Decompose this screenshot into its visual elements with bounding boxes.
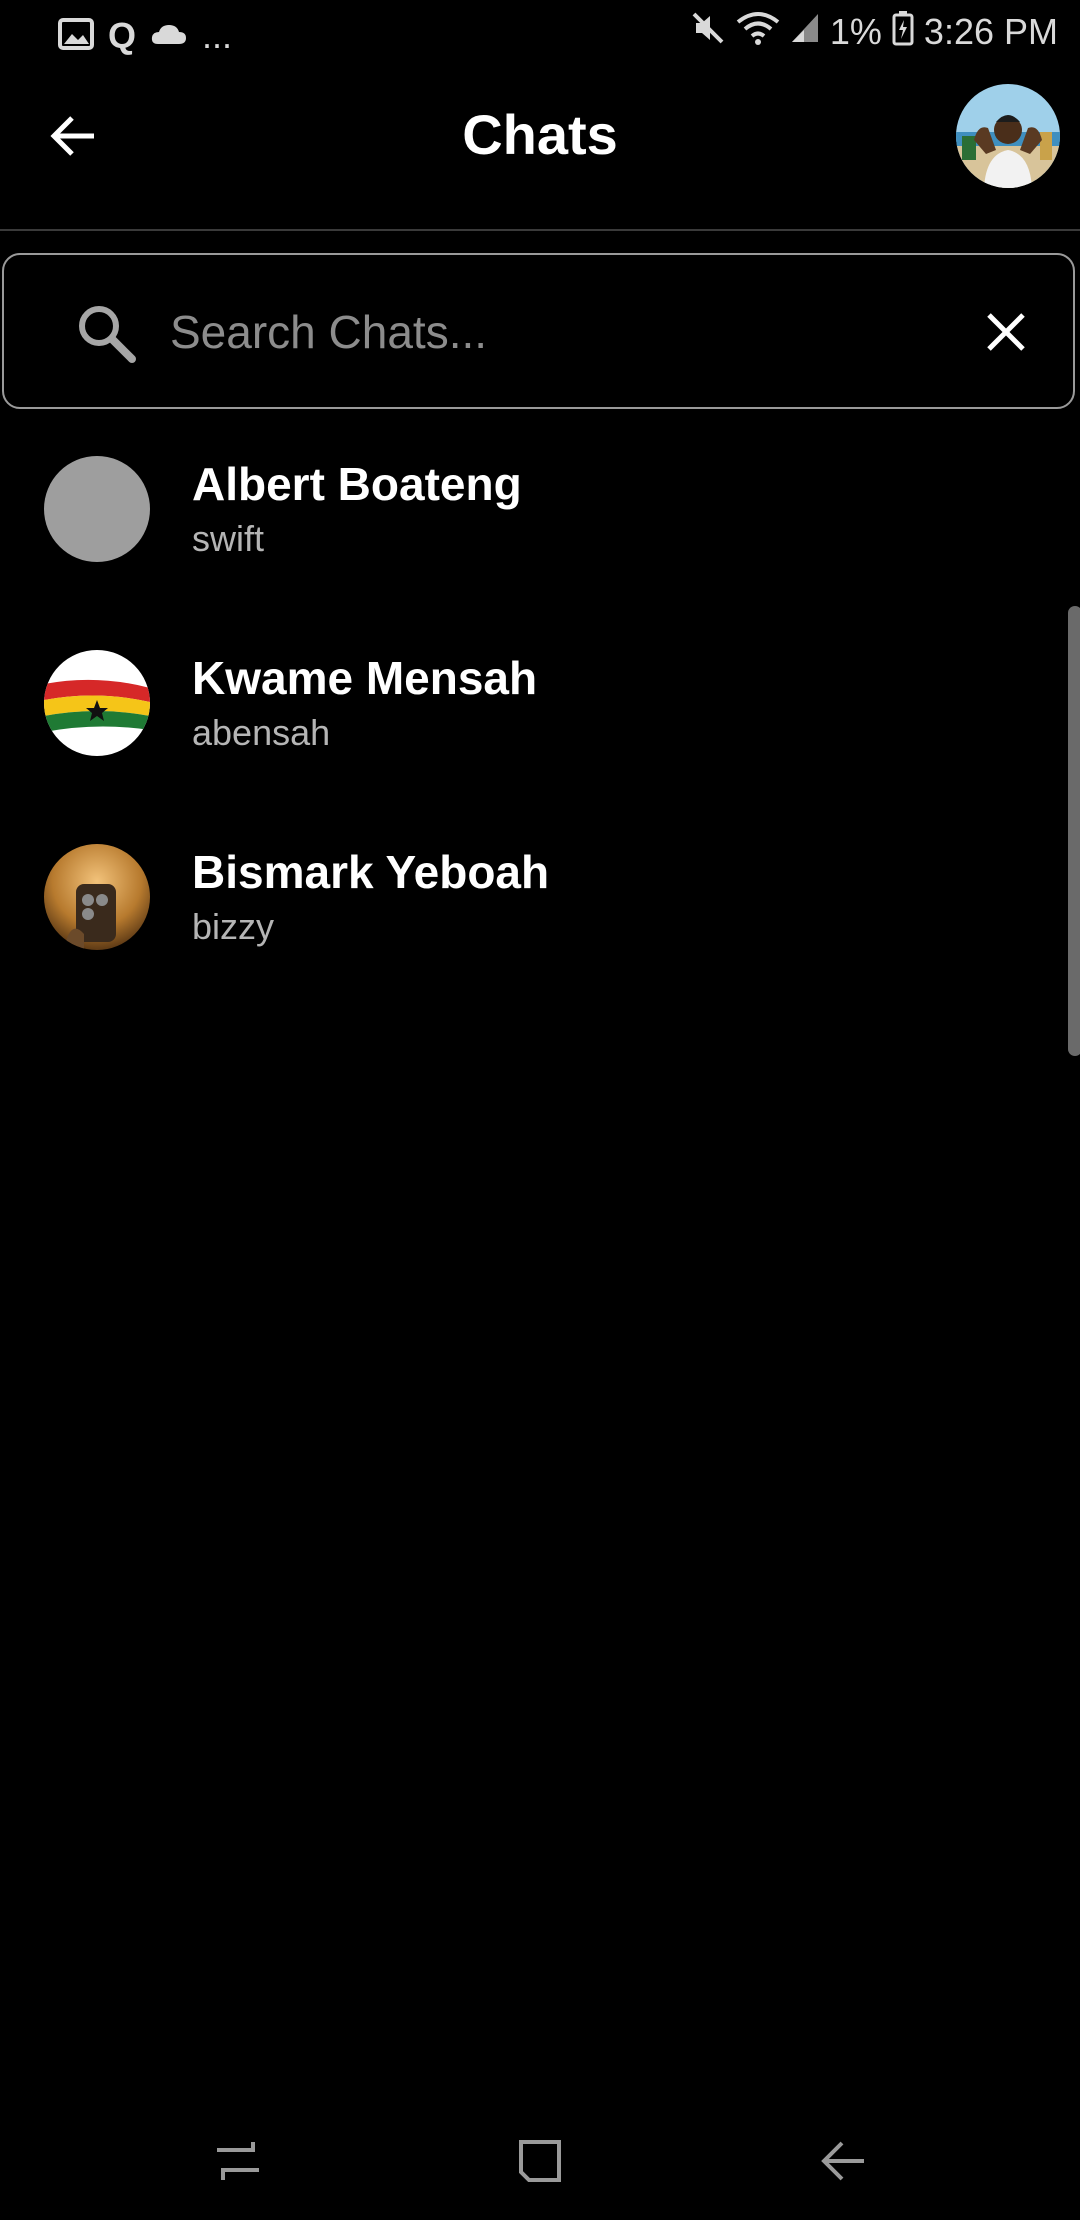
chat-name: Kwame Mensah bbox=[192, 652, 538, 704]
home-icon bbox=[519, 2140, 561, 2182]
home-button[interactable] bbox=[505, 2126, 575, 2196]
gallery-icon bbox=[58, 17, 94, 55]
profile-avatar[interactable] bbox=[956, 84, 1060, 188]
search-bar bbox=[2, 253, 1075, 409]
chat-username: bizzy bbox=[192, 906, 275, 947]
avatar bbox=[44, 650, 150, 756]
system-nav-bar bbox=[0, 2100, 1080, 2220]
search-icon bbox=[74, 301, 138, 365]
nav-back-button[interactable] bbox=[808, 2126, 878, 2196]
avatar bbox=[44, 844, 150, 950]
chat-name: Bismark Yeboah bbox=[192, 846, 550, 898]
mute-icon bbox=[690, 10, 726, 55]
quora-icon: Q bbox=[108, 15, 137, 56]
recent-apps-button[interactable] bbox=[203, 2126, 273, 2196]
wifi-icon bbox=[736, 10, 780, 55]
clock: 3:26 PM bbox=[923, 11, 1058, 52]
chat-name: Albert Boateng bbox=[192, 458, 522, 510]
chat-list-item[interactable]: Albert Boateng swift bbox=[0, 432, 1080, 626]
battery-charging-icon bbox=[892, 10, 914, 55]
more-notifications: ... bbox=[202, 15, 233, 56]
clear-search-button[interactable] bbox=[975, 301, 1037, 363]
signal-icon bbox=[790, 11, 820, 53]
status-bar: Q ... 1% 3:26 PM bbox=[0, 0, 1080, 64]
system-status-area: 1% 3:26 PM bbox=[690, 8, 1058, 56]
page-title: Chats bbox=[462, 103, 618, 166]
chat-list: Albert Boateng swift Kwame Mensah abensa… bbox=[0, 432, 1080, 1014]
back-icon bbox=[821, 2141, 864, 2181]
chat-list-item[interactable]: Kwame Mensah abensah bbox=[0, 626, 1080, 820]
chat-username: swift bbox=[192, 518, 264, 559]
notification-area: Q ... bbox=[58, 12, 232, 60]
search-input[interactable] bbox=[168, 291, 932, 373]
close-icon bbox=[987, 313, 1025, 351]
recent-apps-icon bbox=[217, 2142, 259, 2180]
scrollbar[interactable] bbox=[1068, 606, 1080, 1056]
chat-list-item[interactable]: Bismark Yeboah bizzy bbox=[0, 820, 1080, 1014]
chat-username: abensah bbox=[192, 712, 331, 753]
app-header: Chats bbox=[0, 64, 1080, 231]
cloud-icon bbox=[150, 22, 188, 51]
battery-percent: 1% bbox=[829, 11, 882, 52]
avatar bbox=[44, 456, 150, 562]
